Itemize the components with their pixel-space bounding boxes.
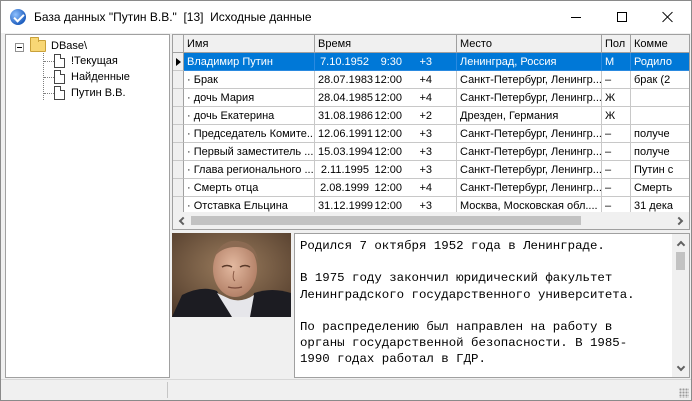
cell-time[interactable]: 2.11.1995 12:00 +3 xyxy=(315,161,457,179)
cell-name[interactable]: · Глава регионального ... xyxy=(184,161,315,179)
table-row[interactable]: · Первый заместитель ... 15.03.199412:00… xyxy=(173,143,689,161)
column-header-place[interactable]: Место xyxy=(457,35,602,53)
collapse-toggle-icon[interactable] xyxy=(15,43,24,52)
row-pointer-icon xyxy=(176,58,181,66)
cell-name[interactable]: · Председатель Комите... xyxy=(184,125,315,143)
tree-item-current[interactable]: !Текущая xyxy=(71,55,118,67)
cell-place[interactable]: Санкт-Петербург, Ленингр... xyxy=(457,179,602,197)
tree-item-found[interactable]: Найденные xyxy=(71,71,130,83)
cell-name[interactable]: · Первый заместитель ... xyxy=(184,143,315,161)
cell-sex[interactable]: – xyxy=(602,179,631,197)
scroll-down-button[interactable] xyxy=(672,360,689,377)
scroll-left-button[interactable] xyxy=(173,212,190,229)
cell-time[interactable]: 28.07.198312:00 +4 xyxy=(315,71,457,89)
table-row[interactable]: · Глава регионального ... 2.11.1995 12:00… xyxy=(173,161,689,179)
cell-comment[interactable]: получе xyxy=(631,125,689,143)
vertical-scrollbar[interactable] xyxy=(672,234,689,377)
table-row[interactable]: Владимир Путин 7.10.1952 9:30 +3 Ленинград… xyxy=(173,53,689,71)
scroll-up-button[interactable] xyxy=(672,234,689,251)
photo-panel-filler xyxy=(172,318,291,378)
portrait-image xyxy=(172,233,291,317)
table-row[interactable]: · дочь Екатерина 31.08.198612:00 +2 Дрезд… xyxy=(173,107,689,125)
cell-comment[interactable]: Родило xyxy=(631,53,689,71)
maximize-icon xyxy=(617,12,627,22)
close-button[interactable] xyxy=(645,1,691,33)
cell-place[interactable]: Санкт-Петербург, Ленингр... xyxy=(457,89,602,107)
person-photo xyxy=(172,233,291,317)
grid-header: Имя Время Место Пол Комме xyxy=(173,35,689,53)
column-header-time[interactable]: Время xyxy=(315,35,457,53)
tree-item-putin[interactable]: Путин В.В. xyxy=(71,87,126,99)
cell-time[interactable]: 15.03.199412:00 +3 xyxy=(315,143,457,161)
database-tree[interactable]: DBase\ !Текущая Найденные Путин В.В. xyxy=(5,34,170,378)
cell-sex[interactable]: – xyxy=(602,161,631,179)
horizontal-scroll-thumb[interactable] xyxy=(191,216,581,225)
title-bar[interactable]: База данных "Путин В.В." [13] Исходные д… xyxy=(1,1,691,33)
document-icon xyxy=(54,54,65,68)
cell-sex[interactable]: Ж xyxy=(602,89,631,107)
column-header-name[interactable]: Имя xyxy=(184,35,315,53)
grid-corner xyxy=(173,35,184,53)
chevron-left-icon xyxy=(178,216,188,225)
cell-place[interactable]: Санкт-Петербург, Ленингр... xyxy=(457,71,602,89)
folder-icon xyxy=(30,37,46,52)
cell-comment[interactable]: Путин с xyxy=(631,161,689,179)
cell-time[interactable]: 7.10.1952 9:30 +3 xyxy=(315,53,457,71)
window-title: База данных "Путин В.В." [13] Исходные д… xyxy=(34,10,312,24)
cell-comment[interactable]: брак (2 xyxy=(631,71,689,89)
table-row[interactable]: · Смерть отца 2.08.1999 12:00 +4 Санкт-Пет… xyxy=(173,179,689,197)
biography-memo[interactable]: Родился 7 октября 1952 года в Ленинграде… xyxy=(294,233,690,378)
cell-comment[interactable] xyxy=(631,107,689,125)
chevron-right-icon xyxy=(674,216,684,225)
minimize-icon xyxy=(571,16,581,18)
tree-root-label[interactable]: DBase\ xyxy=(51,40,87,52)
minimize-button[interactable] xyxy=(553,1,599,33)
column-header-comment[interactable]: Комме xyxy=(631,35,689,53)
cell-name[interactable]: · Смерть отца xyxy=(184,179,315,197)
cell-comment[interactable]: Смерть xyxy=(631,179,689,197)
close-icon xyxy=(662,11,674,23)
cell-time[interactable]: 12.06.199112:00 +3 xyxy=(315,125,457,143)
main-window: База данных "Путин В.В." [13] Исходные д… xyxy=(0,0,692,401)
table-row[interactable]: · Председатель Комите... 12.06.199112:00… xyxy=(173,125,689,143)
cell-time[interactable]: 2.08.1999 12:00 +4 xyxy=(315,179,457,197)
cell-place[interactable]: Санкт-Петербург, Ленингр... xyxy=(457,161,602,179)
cell-time[interactable]: 28.04.198512:00 +4 xyxy=(315,89,457,107)
cell-place[interactable]: Санкт-Петербург, Ленингр... xyxy=(457,143,602,161)
cell-name[interactable]: Владимир Путин xyxy=(184,53,315,71)
document-icon xyxy=(54,70,65,84)
horizontal-scrollbar[interactable] xyxy=(173,212,689,229)
table-row[interactable]: · дочь Мария 28.04.198512:00 +4 Санкт-Пет… xyxy=(173,89,689,107)
cell-comment[interactable] xyxy=(631,89,689,107)
status-bar xyxy=(1,379,691,400)
cell-comment[interactable]: получе xyxy=(631,143,689,161)
biography-text[interactable]: Родился 7 октября 1952 года в Ленинграде… xyxy=(300,238,670,368)
maximize-button[interactable] xyxy=(599,1,645,33)
cell-name[interactable]: · Брак xyxy=(184,71,315,89)
document-icon xyxy=(54,86,65,100)
column-header-sex[interactable]: Пол xyxy=(602,35,631,53)
cell-sex[interactable]: М xyxy=(602,53,631,71)
cell-time[interactable]: 31.08.198612:00 +2 xyxy=(315,107,457,125)
vertical-scroll-thumb[interactable] xyxy=(676,252,685,270)
cell-sex[interactable]: – xyxy=(602,125,631,143)
cell-sex[interactable]: Ж xyxy=(602,107,631,125)
cell-name[interactable]: · дочь Мария xyxy=(184,89,315,107)
events-grid[interactable]: Имя Время Место Пол Комме Владимир Путин… xyxy=(172,34,690,230)
cell-place[interactable]: Санкт-Петербург, Ленингр... xyxy=(457,125,602,143)
status-panel xyxy=(3,382,168,398)
scroll-right-button[interactable] xyxy=(672,212,689,229)
chevron-down-icon xyxy=(676,362,685,371)
resize-grip-icon[interactable] xyxy=(679,388,689,398)
cell-place[interactable]: Ленинград, Россия xyxy=(457,53,602,71)
cell-sex[interactable]: – xyxy=(602,71,631,89)
app-logo-icon[interactable] xyxy=(10,9,26,25)
cell-sex[interactable]: – xyxy=(602,143,631,161)
cell-name[interactable]: · дочь Екатерина xyxy=(184,107,315,125)
table-row[interactable]: · Брак 28.07.198312:00 +4 Санкт-Петербург… xyxy=(173,71,689,89)
cell-place[interactable]: Дрезден, Германия xyxy=(457,107,602,125)
chevron-up-icon xyxy=(676,240,685,249)
